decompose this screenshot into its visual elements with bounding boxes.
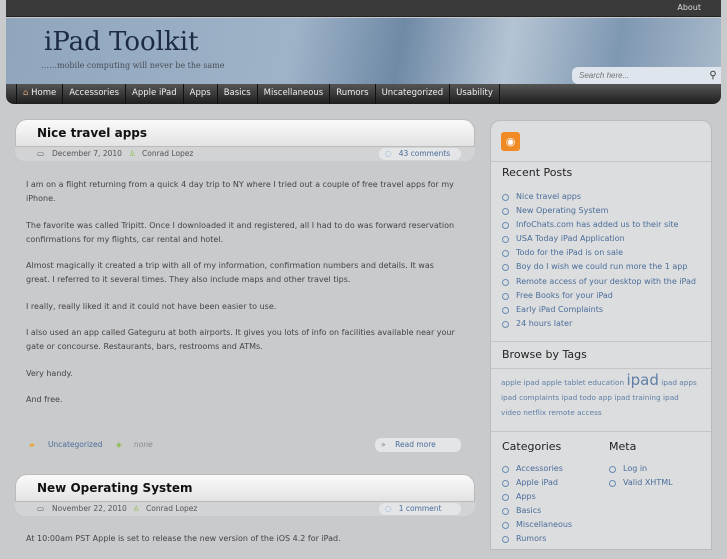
nav-rumors[interactable]: Rumors: [330, 84, 376, 104]
category-link[interactable]: Miscellaneous: [502, 520, 601, 534]
paragraph: I really, really liked it and it could n…: [26, 301, 277, 311]
nav-uncategorized[interactable]: Uncategorized: [376, 84, 451, 104]
categories-meta-widgets: Categories Accessories Apple iPad Apps B…: [491, 431, 711, 551]
widget-title: Categories: [502, 440, 562, 453]
paragraph: I also used an app called Gateguru at bo…: [26, 328, 455, 351]
post-body: At 10:00am PST Apple is set to release t…: [26, 532, 456, 559]
recent-post-link[interactable]: Nice travel apps: [502, 192, 711, 206]
recent-post-link[interactable]: Boy do I wish we could run more the 1 ap…: [502, 262, 711, 276]
post-title-bar: New Operating System: [15, 474, 475, 502]
recent-post-link[interactable]: Remote access of your desktop with the i…: [502, 277, 711, 291]
calendar-icon: ▭: [37, 504, 45, 513]
post-author[interactable]: Conrad Lopez: [146, 504, 197, 513]
nav-home[interactable]: ⌂ Home: [16, 84, 64, 104]
tag-link[interactable]: ipad todo app: [561, 393, 612, 402]
site-header: iPad Toolkit ……mobile computing will nev…: [6, 18, 721, 84]
tags-widget: Browse by Tags apple ipad apple tablet e…: [491, 341, 711, 424]
calendar-icon: ▭: [37, 149, 45, 158]
recent-post-link[interactable]: Early iPad Complaints: [502, 305, 711, 319]
comments-link[interactable]: ◌ 1 comment: [379, 503, 461, 515]
post-meta: ▭ December 7, 2010 ♙ Conrad Lopez ◌ 43 c…: [15, 147, 475, 161]
paragraph: And free.: [26, 395, 63, 404]
meta-widget: Meta Log in Valid XHTML: [598, 432, 708, 492]
widget-title: Meta: [609, 440, 637, 453]
nav-apple-ipad[interactable]: Apple iPad: [126, 84, 184, 104]
tag-link[interactable]: apple tablet: [542, 378, 586, 387]
nav-label: Home: [31, 88, 57, 98]
recent-post-link[interactable]: New Operating System: [502, 206, 711, 220]
author-icon: ♙: [133, 504, 140, 513]
site-tagline: ……mobile computing will never be the sam…: [41, 61, 225, 70]
recent-post-link[interactable]: USA Today iPad Application: [502, 234, 711, 248]
comments-count: 1 comment: [398, 504, 442, 513]
nav-apps[interactable]: Apps: [184, 84, 218, 104]
rss-icon[interactable]: ◉: [501, 132, 520, 151]
nav-accessories[interactable]: Accessories: [63, 84, 127, 104]
paragraph: Very handy.: [26, 368, 73, 378]
meta-link[interactable]: Valid XHTML: [609, 478, 708, 492]
post-meta: ▭ November 22, 2010 ♙ Conrad Lopez ◌ 1 c…: [15, 502, 475, 516]
categories-widget: Categories Accessories Apple iPad Apps B…: [491, 432, 601, 549]
category-link[interactable]: Basics: [502, 506, 601, 520]
tag-link[interactable]: netflix: [523, 408, 546, 417]
post-title[interactable]: New Operating System: [16, 475, 474, 495]
tag-link[interactable]: ipad: [626, 371, 658, 389]
category-link[interactable]: Rumors: [502, 534, 601, 548]
home-icon: ⌂: [23, 88, 29, 98]
comment-icon: ◌: [385, 504, 392, 513]
comments-link[interactable]: ◌ 43 comments: [379, 148, 461, 160]
site-title[interactable]: iPad Toolkit: [44, 27, 199, 57]
category-link[interactable]: Apps: [502, 492, 601, 506]
tag-link[interactable]: apple ipad: [501, 378, 539, 387]
widget-title: Browse by Tags: [491, 342, 711, 369]
tag-link[interactable]: ipad training: [614, 393, 660, 402]
meta-link[interactable]: Log in: [609, 464, 708, 478]
post-date: December 7, 2010: [52, 149, 122, 158]
top-bar: About: [6, 0, 721, 17]
recent-post-link[interactable]: Todo for the iPad is on sale: [502, 248, 711, 262]
search-icon[interactable]: ⚲: [705, 67, 721, 84]
tag-icon: ◈: [116, 440, 122, 449]
main-nav: ⌂ Home Accessories Apple iPad Apps Basic…: [6, 84, 721, 104]
post-date: November 22, 2010: [52, 504, 127, 513]
author-icon: ♙: [129, 149, 136, 158]
nav-miscellaneous[interactable]: Miscellaneous: [258, 84, 331, 104]
post-body: I am on a flight returning from a quick …: [26, 178, 456, 420]
post-tags: none: [134, 440, 153, 449]
post-title[interactable]: Nice travel apps: [16, 120, 474, 140]
search-input[interactable]: [572, 67, 705, 84]
folder-icon: ▰: [29, 440, 35, 449]
post-author[interactable]: Conrad Lopez: [142, 149, 193, 158]
paragraph: I am on a flight returning from a quick …: [26, 180, 454, 203]
recent-posts-widget: Recent Posts Nice travel apps New Operat…: [491, 161, 711, 333]
tag-link[interactable]: education: [588, 378, 624, 387]
tag-link[interactable]: remote access: [549, 408, 602, 417]
category-link[interactable]: Accessories: [502, 464, 601, 478]
recent-post-link[interactable]: InfoChats.com has added us to their site: [502, 220, 711, 234]
comments-count: 43 comments: [398, 149, 451, 158]
tag-link[interactable]: ipad apps: [661, 378, 697, 387]
category-link[interactable]: Uncategorized: [48, 440, 102, 449]
recent-post-link[interactable]: 24 hours later: [502, 319, 711, 333]
about-link[interactable]: About: [677, 3, 701, 12]
widget-title: Recent Posts: [502, 166, 573, 179]
tag-cloud: apple ipad apple tablet education ipad i…: [491, 369, 711, 424]
tag-link[interactable]: ipad complaints: [501, 393, 559, 402]
comment-icon: ◌: [385, 149, 392, 158]
post-footer: ▰ Uncategorized ◈ none » Read more: [15, 437, 475, 453]
sidebar: ◉ Recent Posts Nice travel apps New Oper…: [490, 120, 712, 550]
paragraph: At 10:00am PST Apple is set to release t…: [26, 534, 341, 543]
paragraph: Almost magically it created a trip with …: [26, 261, 434, 284]
paragraph: The favorite was called Tripitt. Once I …: [26, 220, 455, 244]
read-more-label: Read more: [395, 440, 436, 449]
category-link[interactable]: Apple iPad: [502, 478, 601, 492]
recent-post-link[interactable]: Free Books for your iPad: [502, 291, 711, 305]
nav-usability[interactable]: Usability: [450, 84, 500, 104]
nav-basics[interactable]: Basics: [218, 84, 258, 104]
double-chevron-icon: »: [381, 440, 386, 449]
post-title-bar: Nice travel apps: [15, 119, 475, 147]
read-more-button[interactable]: » Read more: [375, 438, 461, 452]
